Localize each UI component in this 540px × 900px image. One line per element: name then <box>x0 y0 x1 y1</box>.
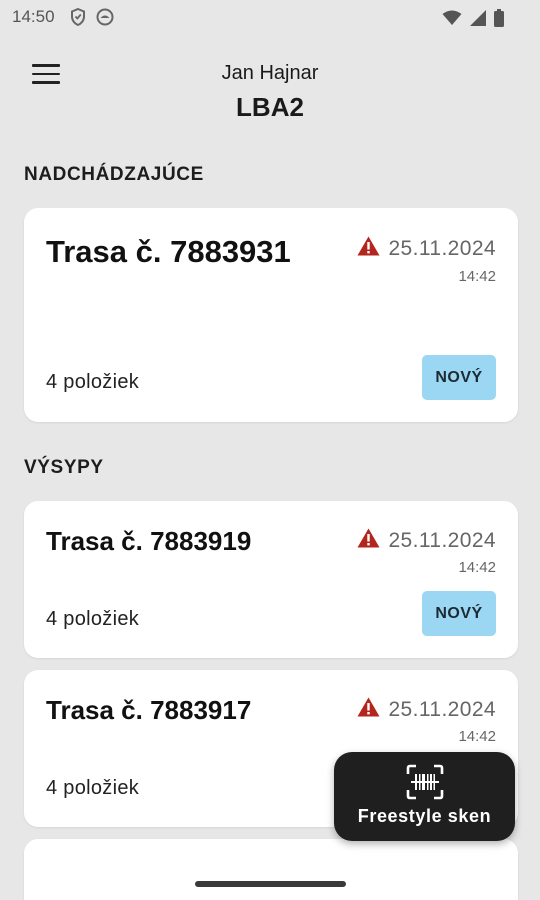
route-item-count: 4 položiek <box>46 777 140 799</box>
barcode-scan-icon <box>406 764 444 805</box>
circle-app-icon <box>96 8 114 26</box>
route-title: Trasa č. 7883917 <box>46 695 252 725</box>
route-item-count: 4 položiek <box>46 371 140 393</box>
section-title-dumps: VÝSYPY <box>24 457 104 478</box>
app-screen: 14:50 Jan Hajnar LBA2 NADCHÁDZAJÚCE Tras… <box>0 0 540 900</box>
route-date-text: 25.11.2024 <box>388 237 496 260</box>
route-time: 14:42 <box>458 268 496 285</box>
route-title: Trasa č. 7883931 <box>46 234 291 269</box>
section-title-upcoming: NADCHÁDZAJÚCE <box>24 164 204 185</box>
freestyle-scan-button[interactable]: Freestyle sken <box>334 752 515 841</box>
route-item-count: 4 položiek <box>46 608 140 630</box>
battery-icon <box>494 9 504 27</box>
route-time: 14:42 <box>458 559 496 576</box>
signal-icon <box>470 10 486 26</box>
gesture-nav-bar[interactable] <box>195 881 346 887</box>
status-badge: NOVÝ <box>422 591 496 636</box>
warning-icon <box>357 236 380 262</box>
route-card[interactable]: Trasa č. 7883931 25.11.2024 14:42 4 polo… <box>24 208 518 422</box>
route-date-text: 25.11.2024 <box>388 698 496 721</box>
route-time: 14:42 <box>458 728 496 745</box>
route-title: Trasa č. 7883919 <box>46 526 252 556</box>
warning-icon <box>357 528 380 554</box>
status-badge: NOVÝ <box>422 355 496 400</box>
location-title: LBA2 <box>236 92 304 122</box>
route-date: 25.11.2024 <box>357 528 496 554</box>
route-date: 25.11.2024 <box>357 236 496 262</box>
status-bar: 14:50 <box>0 0 540 36</box>
wifi-icon <box>442 10 462 26</box>
status-time: 14:50 <box>12 7 55 26</box>
route-date-text: 25.11.2024 <box>388 529 496 552</box>
freestyle-scan-label: Freestyle sken <box>357 806 492 826</box>
route-card[interactable]: Trasa č. 7883919 25.11.2024 14:42 4 polo… <box>24 501 518 658</box>
status-right-icons <box>442 9 504 27</box>
vpn-shield-icon <box>70 8 86 26</box>
route-date: 25.11.2024 <box>357 697 496 723</box>
user-name: Jan Hajnar <box>221 62 319 84</box>
route-card-partial[interactable] <box>24 839 518 900</box>
warning-icon <box>357 697 380 723</box>
status-left-icons <box>70 8 114 26</box>
app-header: Jan Hajnar LBA2 <box>0 52 540 132</box>
